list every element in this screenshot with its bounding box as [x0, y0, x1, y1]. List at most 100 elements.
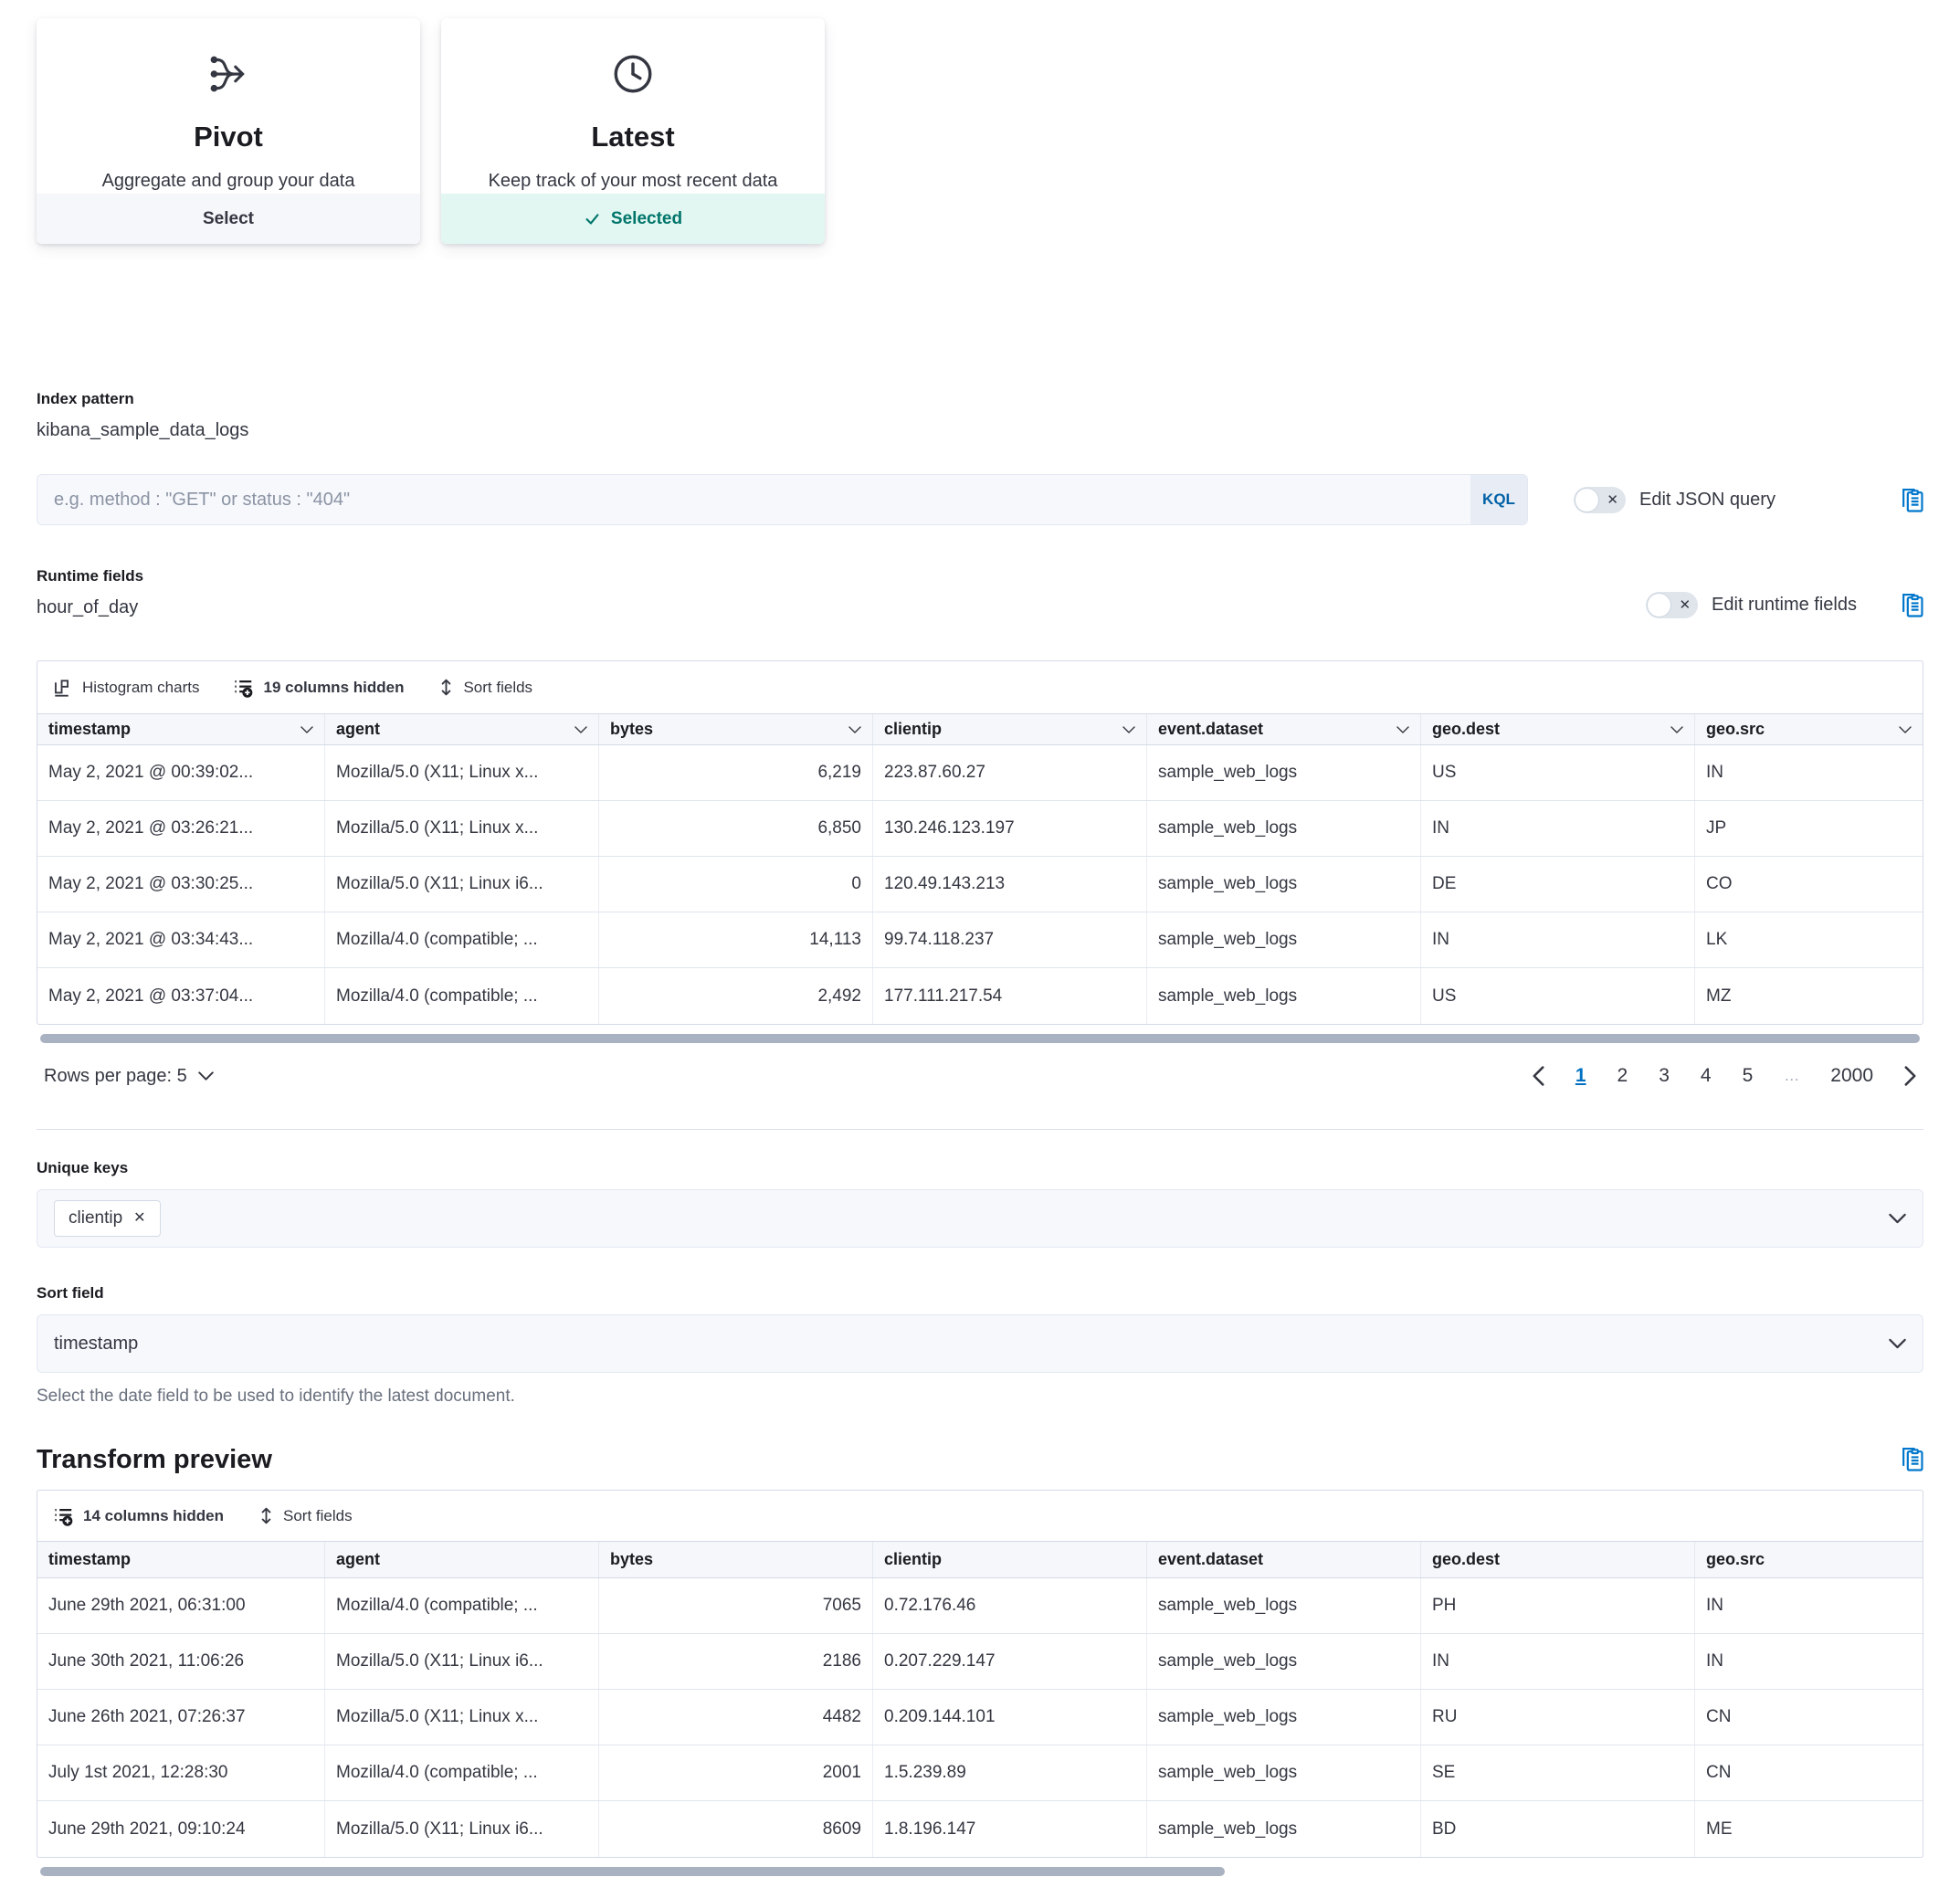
table-cell[interactable]: sample_web_logs	[1147, 745, 1421, 800]
table-cell[interactable]: 177.111.217.54	[873, 968, 1147, 1024]
table-cell[interactable]: 99.74.118.237	[873, 912, 1147, 967]
table-cell[interactable]: May 2, 2021 @ 00:39:02...	[37, 745, 325, 800]
table-cell[interactable]: IN	[1421, 801, 1695, 856]
next-page-icon[interactable]	[1904, 1066, 1916, 1086]
table-cell[interactable]: June 30th 2021, 11:06:26	[37, 1634, 325, 1689]
page-button-2000[interactable]: 2000	[1830, 1065, 1873, 1087]
page-button-4[interactable]: 4	[1701, 1065, 1712, 1087]
table-cell[interactable]: BD	[1421, 1801, 1695, 1857]
table-cell[interactable]: CN	[1695, 1745, 1923, 1800]
copy-query-button[interactable]	[1901, 486, 1923, 513]
table-cell[interactable]: CN	[1695, 1690, 1923, 1745]
table-cell[interactable]: 6,219	[599, 745, 873, 800]
table-cell[interactable]: 8609	[599, 1801, 873, 1857]
column-header-geo.dest[interactable]: geo.dest	[1421, 1542, 1695, 1577]
column-header-timestamp[interactable]: timestamp	[37, 1542, 325, 1577]
column-header-bytes[interactable]: bytes	[599, 714, 873, 744]
table-cell[interactable]: May 2, 2021 @ 03:34:43...	[37, 912, 325, 967]
columns-hidden-button[interactable]: 14 columns hidden	[54, 1506, 224, 1526]
table-cell[interactable]: 2186	[599, 1634, 873, 1689]
pivot-select-button[interactable]: Select	[37, 194, 420, 244]
table-cell[interactable]: 2001	[599, 1745, 873, 1800]
table-cell[interactable]: May 2, 2021 @ 03:37:04...	[37, 968, 325, 1024]
columns-hidden-button[interactable]: 19 columns hidden	[234, 678, 404, 698]
table-cell[interactable]: sample_web_logs	[1147, 801, 1421, 856]
sort-field-select[interactable]: timestamp	[37, 1314, 1923, 1373]
table-cell[interactable]: 14,113	[599, 912, 873, 967]
page-button-5[interactable]: 5	[1743, 1065, 1754, 1087]
table-cell[interactable]: 6,850	[599, 801, 873, 856]
table-cell[interactable]: June 26th 2021, 07:26:37	[37, 1690, 325, 1745]
latest-selected-button[interactable]: Selected	[441, 194, 825, 244]
table-cell[interactable]: Mozilla/5.0 (X11; Linux x...	[325, 745, 599, 800]
column-header-event.dataset[interactable]: event.dataset	[1147, 1542, 1421, 1577]
table-cell[interactable]: RU	[1421, 1690, 1695, 1745]
table-cell[interactable]: sample_web_logs	[1147, 912, 1421, 967]
table-cell[interactable]: 1.8.196.147	[873, 1801, 1147, 1857]
edit-json-query-switch[interactable]: ✕	[1574, 487, 1626, 513]
table-cell[interactable]: Mozilla/5.0 (X11; Linux i6...	[325, 1634, 599, 1689]
scrollbar-thumb[interactable]	[40, 1034, 1920, 1043]
edit-runtime-fields-switch[interactable]: ✕	[1646, 592, 1698, 618]
column-header-geo.src[interactable]: geo.src	[1695, 1542, 1923, 1577]
table-cell[interactable]: Mozilla/5.0 (X11; Linux x...	[325, 801, 599, 856]
table-cell[interactable]: 2,492	[599, 968, 873, 1024]
table-cell[interactable]: Mozilla/4.0 (compatible; ...	[325, 912, 599, 967]
unique-keys-combobox[interactable]: clientip ✕	[37, 1189, 1923, 1248]
table-cell[interactable]: ME	[1695, 1801, 1923, 1857]
table-cell[interactable]: Mozilla/5.0 (X11; Linux i6...	[325, 857, 599, 912]
table-cell[interactable]: 130.246.123.197	[873, 801, 1147, 856]
rows-per-page-button[interactable]: Rows per page: 5	[44, 1066, 214, 1087]
column-header-agent[interactable]: agent	[325, 714, 599, 744]
column-header-geo.src[interactable]: geo.src	[1695, 714, 1923, 744]
table-cell[interactable]: Mozilla/4.0 (compatible; ...	[325, 968, 599, 1024]
remove-key-icon[interactable]: ✕	[133, 1211, 145, 1226]
sort-fields-button[interactable]: Sort fields	[438, 678, 532, 697]
table-cell[interactable]: sample_web_logs	[1147, 857, 1421, 912]
table-cell[interactable]: 7065	[599, 1578, 873, 1633]
table-cell[interactable]: May 2, 2021 @ 03:30:25...	[37, 857, 325, 912]
table-cell[interactable]: 0.207.229.147	[873, 1634, 1147, 1689]
table-cell[interactable]: sample_web_logs	[1147, 1745, 1421, 1800]
pivot-card[interactable]: Pivot Aggregate and group your data Sele…	[37, 18, 420, 244]
horizontal-scrollbar[interactable]	[40, 1034, 1920, 1043]
table-cell[interactable]: US	[1421, 745, 1695, 800]
histogram-charts-button[interactable]: Histogram charts	[54, 678, 199, 697]
table-cell[interactable]: Mozilla/5.0 (X11; Linux x...	[325, 1690, 599, 1745]
table-cell[interactable]: sample_web_logs	[1147, 1578, 1421, 1633]
table-cell[interactable]: IN	[1421, 1634, 1695, 1689]
column-header-clientip[interactable]: clientip	[873, 1542, 1147, 1577]
table-cell[interactable]: 0.209.144.101	[873, 1690, 1147, 1745]
table-cell[interactable]: sample_web_logs	[1147, 968, 1421, 1024]
table-cell[interactable]: SE	[1421, 1745, 1695, 1800]
sort-fields-button[interactable]: Sort fields	[258, 1506, 353, 1525]
page-button-3[interactable]: 3	[1659, 1065, 1670, 1087]
table-cell[interactable]: 120.49.143.213	[873, 857, 1147, 912]
table-cell[interactable]: LK	[1695, 912, 1923, 967]
table-cell[interactable]: 0.72.176.46	[873, 1578, 1147, 1633]
column-header-agent[interactable]: agent	[325, 1542, 599, 1577]
latest-card[interactable]: Latest Keep track of your most recent da…	[441, 18, 825, 244]
column-header-clientip[interactable]: clientip	[873, 714, 1147, 744]
table-cell[interactable]: PH	[1421, 1578, 1695, 1633]
table-cell[interactable]: 1.5.239.89	[873, 1745, 1147, 1800]
column-header-bytes[interactable]: bytes	[599, 1542, 873, 1577]
page-button-2[interactable]: 2	[1618, 1065, 1628, 1087]
kql-language-button[interactable]: KQL	[1470, 475, 1527, 524]
column-header-event.dataset[interactable]: event.dataset	[1147, 714, 1421, 744]
table-cell[interactable]: sample_web_logs	[1147, 1690, 1421, 1745]
table-cell[interactable]: sample_web_logs	[1147, 1801, 1421, 1857]
table-cell[interactable]: IN	[1695, 1578, 1923, 1633]
table-cell[interactable]: Mozilla/4.0 (compatible; ...	[325, 1578, 599, 1633]
table-cell[interactable]: June 29th 2021, 06:31:00	[37, 1578, 325, 1633]
table-cell[interactable]: US	[1421, 968, 1695, 1024]
table-cell[interactable]: June 29th 2021, 09:10:24	[37, 1801, 325, 1857]
table-cell[interactable]: 0	[599, 857, 873, 912]
column-header-geo.dest[interactable]: geo.dest	[1421, 714, 1695, 744]
table-cell[interactable]: MZ	[1695, 968, 1923, 1024]
table-cell[interactable]: IN	[1421, 912, 1695, 967]
table-cell[interactable]: JP	[1695, 801, 1923, 856]
table-cell[interactable]: CO	[1695, 857, 1923, 912]
page-button-1[interactable]: 1	[1575, 1065, 1586, 1087]
table-cell[interactable]: May 2, 2021 @ 03:26:21...	[37, 801, 325, 856]
